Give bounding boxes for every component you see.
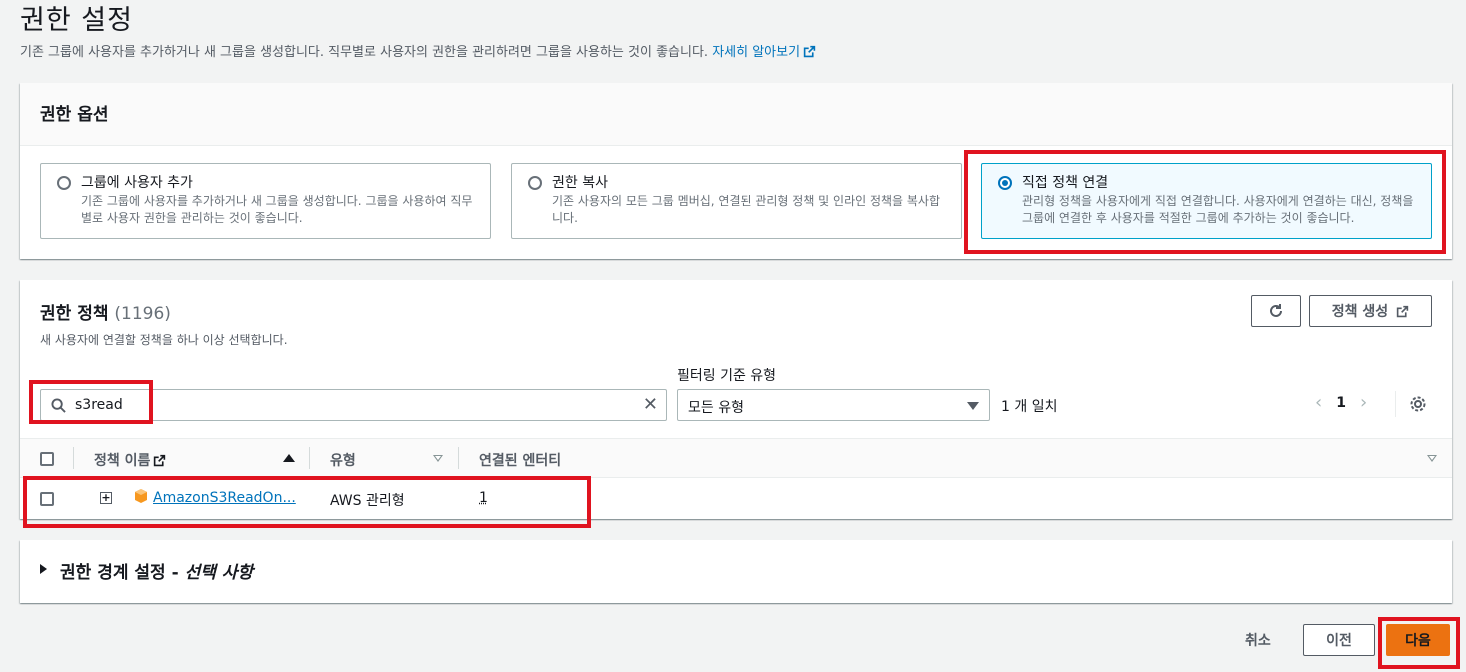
policies-title: 권한 정책 (1196) (40, 304, 171, 324)
page-description-text: 기존 그룹에 사용자를 추가하거나 새 그룹을 생성합니다. 직무별로 사용자의… (20, 45, 709, 60)
option-tile-add-to-group[interactable]: 그룹에 사용자 추가 기존 그룹에 사용자를 추가하거나 새 그룹을 생성합니다… (40, 163, 491, 239)
settings-gear-icon[interactable] (1409, 395, 1427, 413)
column-header-attached-entities[interactable]: 연결된 엔터티 (479, 450, 561, 470)
expand-triangle-icon[interactable] (40, 564, 47, 574)
policies-description: 새 사용자에 연결할 정책을 하나 이상 선택합니다. (40, 333, 288, 347)
previous-page-icon[interactable]: ‹ (1315, 394, 1322, 412)
option-tile-copy-permissions[interactable]: 권한 복사 기존 사용자의 모든 그룹 멤버십, 연결된 관리형 정책 및 인라… (511, 163, 962, 239)
filter-type-select[interactable]: 모든 유형 (677, 389, 990, 421)
divider (1395, 391, 1396, 417)
expand-row-icon[interactable]: + (100, 492, 112, 504)
radio-attach-policies[interactable] (998, 176, 1012, 190)
sort-ascending-icon[interactable] (283, 454, 295, 462)
option-label: 그룹에 사용자 추가 (81, 175, 193, 191)
radio-copy-permissions[interactable] (528, 176, 542, 190)
option-description: 관리형 정책을 사용자에게 직접 연결합니다. 사용자에게 연결하는 대신, 정… (1022, 194, 1414, 225)
option-label: 직접 정책 연결 (1022, 175, 1109, 191)
attached-entities-count[interactable]: 1 (479, 490, 488, 506)
table-header: 정책 이름 유형 연결된 엔터티 (20, 438, 1452, 478)
permission-boundary-panel[interactable]: 권한 경계 설정 - 선택 사항 (20, 540, 1452, 603)
refresh-icon (1270, 304, 1282, 317)
filter-type-label: 필터링 기준 유형 (677, 368, 777, 384)
create-policy-button[interactable]: 정책 생성 (1309, 295, 1432, 327)
filter-type-value: 모든 유형 (688, 400, 744, 416)
divider (73, 447, 74, 469)
policy-type: AWS 관리형 (330, 493, 405, 509)
column-header-type[interactable]: 유형 (330, 450, 356, 470)
previous-button[interactable]: 이전 (1303, 624, 1375, 656)
search-value: s3read (75, 397, 123, 413)
divider (458, 447, 459, 469)
sort-icon[interactable] (433, 455, 443, 462)
clear-search-icon[interactable]: ✕ (643, 396, 658, 414)
refresh-button[interactable] (1251, 295, 1301, 327)
option-description: 기존 사용자의 모든 그룹 멤버십, 연결된 관리형 정책 및 인라인 정책을 … (552, 194, 941, 225)
page-title: 권한 설정 (20, 5, 133, 36)
external-link-icon (154, 454, 166, 467)
next-page-icon[interactable]: › (1360, 394, 1367, 412)
option-tile-attach-policies[interactable]: 직접 정책 연결 관리형 정책을 사용자에게 직접 연결합니다. 사용자에게 연… (981, 163, 1432, 239)
external-link-icon (1397, 305, 1409, 317)
permission-policies-panel: 권한 정책 (1196) 새 사용자에 연결할 정책을 하나 이상 선택합니다.… (20, 280, 1452, 519)
policy-name-link[interactable]: AmazonS3ReadOn... (153, 490, 296, 506)
table-row: + AmazonS3ReadOn... AWS 관리형 1 (20, 479, 1452, 519)
aws-managed-policy-icon (135, 489, 147, 503)
match-count: 1 개 일치 (1001, 399, 1058, 415)
permission-options-header: 권한 옵션 (20, 83, 1452, 146)
permission-options-panel: 권한 옵션 그룹에 사용자 추가 기존 그룹에 사용자를 추가하거나 새 그룹을… (20, 83, 1452, 259)
search-input[interactable]: s3read ✕ (40, 389, 667, 421)
learn-more-link[interactable]: 자세히 알아보기 (712, 45, 816, 60)
divider (309, 447, 310, 469)
page-description: 기존 그룹에 사용자를 추가하거나 새 그룹을 생성합니다. 직무별로 사용자의… (20, 41, 816, 60)
select-all-checkbox[interactable] (40, 452, 54, 466)
row-checkbox[interactable] (40, 492, 54, 506)
policies-count: (1196) (114, 304, 171, 324)
cancel-button[interactable]: 취소 (1245, 630, 1271, 650)
radio-add-to-group[interactable] (57, 176, 71, 190)
page-number[interactable]: 1 (1336, 395, 1346, 411)
option-label: 권한 복사 (552, 175, 608, 191)
option-description: 기존 그룹에 사용자를 추가하거나 새 그룹을 생성합니다. 그룹을 사용하여 … (81, 194, 473, 225)
external-link-icon (803, 45, 816, 58)
sort-icon[interactable] (1427, 455, 1437, 462)
permission-boundary-title[interactable]: 권한 경계 설정 - 선택 사항 (60, 558, 253, 583)
next-button[interactable]: 다음 (1386, 624, 1450, 656)
search-icon (51, 398, 66, 413)
column-header-policy-name[interactable]: 정책 이름 (94, 450, 166, 470)
caret-down-icon (967, 402, 979, 410)
pagination: ‹ 1 › (1315, 394, 1367, 412)
